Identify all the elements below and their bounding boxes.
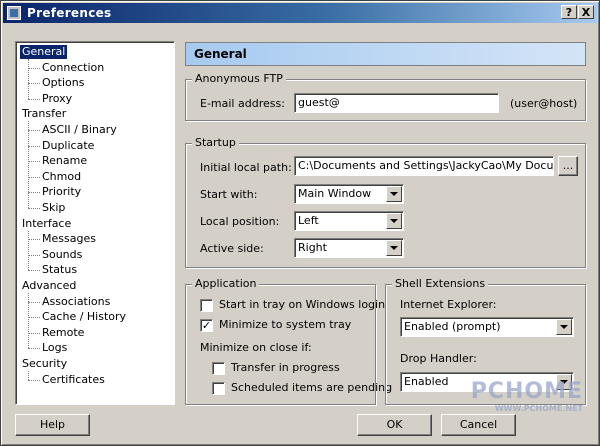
tree-item-ascii-binary[interactable]: ASCII / Binary — [40, 123, 119, 137]
tree-connector — [28, 67, 40, 69]
tree-connector — [28, 371, 29, 380]
chevron-down-icon[interactable] — [386, 186, 402, 202]
tree-connector — [28, 176, 40, 178]
watermark-url: WWW.PCHOME.NET — [494, 404, 583, 413]
tree-connector — [28, 161, 40, 163]
tree-connector — [28, 270, 40, 272]
minimize-tray-checkbox[interactable]: ✓ — [200, 319, 213, 332]
tree-item-messages[interactable]: Messages — [40, 232, 98, 246]
section-title: General — [194, 47, 247, 61]
tree-connector — [28, 379, 40, 381]
anonymous-ftp-group: Anonymous FTP E-mail address: guest@ (us… — [185, 72, 586, 121]
tree-item-proxy[interactable]: Proxy — [40, 92, 74, 106]
tree-item-interface[interactable]: Interface — [20, 217, 73, 231]
tree-item-associations[interactable]: Associations — [40, 295, 112, 309]
ie-label: Internet Explorer: — [400, 298, 497, 311]
tree-connector — [28, 332, 40, 334]
tree-item-logs[interactable]: Logs — [40, 341, 69, 355]
tree-item-general[interactable]: General — [20, 45, 68, 59]
ok-button[interactable]: OK — [357, 414, 432, 436]
active-side-value: Right — [298, 241, 327, 254]
chevron-down-icon[interactable] — [556, 319, 572, 335]
app-icon — [7, 6, 21, 20]
start-with-value: Main Window — [298, 187, 372, 200]
close-icon[interactable]: X — [578, 5, 594, 19]
minimize-tray-label: Minimize to system tray — [219, 318, 352, 331]
tree-item-options[interactable]: Options — [40, 76, 86, 90]
tree-item-connection[interactable]: Connection — [40, 61, 106, 75]
tree-item-rename[interactable]: Rename — [40, 154, 89, 168]
tree-connector — [28, 239, 40, 241]
local-position-value: Left — [298, 214, 319, 227]
ie-value: Enabled (prompt) — [404, 320, 501, 333]
tree-item-skip[interactable]: Skip — [40, 201, 67, 215]
startup-group: Startup Initial local path: C:\Documents… — [185, 136, 586, 268]
local-position-label: Local position: — [200, 215, 280, 228]
tree-connector — [28, 121, 29, 208]
local-path-label: Initial local path: — [200, 161, 292, 174]
tree-item-certificates[interactable]: Certificates — [40, 373, 107, 387]
tree-connector — [28, 145, 40, 147]
drop-handler-value: Enabled — [404, 375, 449, 388]
help-icon[interactable]: ? — [561, 5, 577, 19]
tree-connector — [28, 230, 29, 271]
start-tray-checkbox[interactable] — [200, 299, 213, 312]
cancel-button[interactable]: Cancel — [441, 414, 516, 436]
start-with-label: Start with: — [200, 188, 258, 201]
tree-item-remote[interactable]: Remote — [40, 326, 86, 340]
tree-connector — [28, 83, 40, 85]
tree-connector — [28, 254, 40, 256]
tree-item-status[interactable]: Status — [40, 263, 79, 277]
transfer-progress-checkbox[interactable] — [212, 362, 225, 375]
minimize-close-label: Minimize on close if: — [200, 341, 312, 354]
tree-connector — [28, 208, 40, 209]
anonymous-ftp-label: Anonymous FTP — [192, 72, 286, 85]
chevron-down-icon[interactable] — [386, 213, 402, 229]
email-field[interactable]: guest@ — [294, 93, 499, 113]
tree-item-chmod[interactable]: Chmod — [40, 170, 83, 184]
drop-handler-label: Drop Handler: — [400, 352, 477, 365]
local-path-field[interactable]: C:\Documents and Settings\JackyCao\My Do… — [294, 156, 554, 176]
tree-item-duplicate[interactable]: Duplicate — [40, 139, 96, 153]
section-header: General — [185, 42, 586, 66]
shell-extensions-label: Shell Extensions — [392, 277, 489, 290]
local-position-select[interactable]: Left — [294, 211, 404, 231]
tree-item-security[interactable]: Security — [20, 357, 69, 371]
tree-item-transfer[interactable]: Transfer — [20, 107, 68, 121]
title-bar[interactable]: Preferences ? X — [3, 3, 597, 23]
browse-button[interactable]: ... — [558, 156, 578, 176]
tree-connector — [28, 348, 40, 350]
email-label: E-mail address: — [200, 97, 285, 110]
watermark-brand: PCHOME — [470, 379, 583, 404]
startup-label: Startup — [192, 136, 239, 149]
chevron-down-icon[interactable] — [386, 240, 402, 256]
active-side-select[interactable]: Right — [294, 238, 404, 258]
tree-connector — [28, 59, 29, 99]
tree-connector — [28, 317, 40, 319]
preferences-window: Preferences ? X General Connection Options… — [0, 0, 600, 446]
watermark: PCHOME WWW.PCHOME.NET — [471, 379, 583, 413]
tree-item-sounds[interactable]: Sounds — [40, 248, 84, 262]
active-side-label: Active side: — [200, 242, 264, 255]
application-label: Application — [192, 277, 260, 290]
tree-item-advanced[interactable]: Advanced — [20, 279, 78, 293]
transfer-progress-label: Transfer in progress — [231, 361, 340, 374]
tree-connector — [28, 301, 40, 303]
start-tray-label: Start in tray on Windows login — [219, 298, 386, 311]
tree-connector — [28, 98, 40, 100]
tree-item-priority[interactable]: Priority — [40, 185, 83, 199]
category-tree[interactable]: General Connection Options Proxy Transfer ASC… — [15, 41, 175, 405]
tree-connector — [28, 192, 40, 194]
email-hint: (user@host) — [510, 97, 578, 110]
tree-connector — [28, 130, 40, 131]
ie-select[interactable]: Enabled (prompt) — [400, 317, 574, 337]
application-group: Application Start in tray on Windows log… — [185, 277, 392, 405]
scheduled-checkbox[interactable] — [212, 382, 225, 395]
window-title: Preferences — [27, 6, 112, 20]
help-button[interactable]: Help — [15, 414, 90, 436]
scheduled-label: Scheduled items are pending — [231, 381, 393, 394]
tree-item-cache-history[interactable]: Cache / History — [40, 310, 128, 324]
tree-connector — [28, 293, 29, 349]
start-with-select[interactable]: Main Window — [294, 184, 404, 204]
